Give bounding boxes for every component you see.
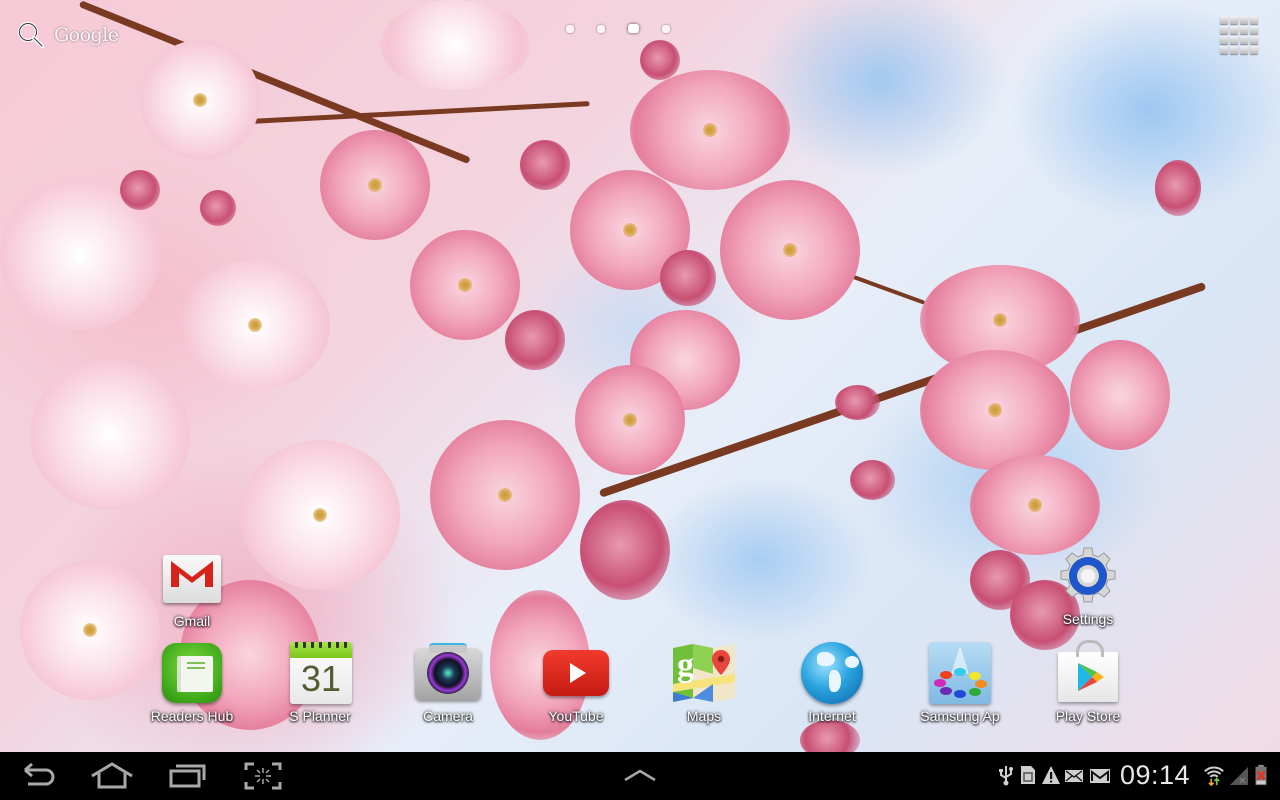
recent-apps-icon: [169, 764, 206, 788]
bud: [660, 250, 716, 306]
svg-text:g: g: [677, 647, 694, 684]
app-youtube[interactable]: YouTube: [521, 640, 631, 724]
signal-icon: [1230, 767, 1248, 785]
usb-icon: [999, 766, 1013, 786]
blossom: [410, 230, 520, 340]
bud: [505, 310, 565, 370]
search-icon: [16, 20, 46, 50]
blossom: [920, 350, 1070, 470]
app-maps[interactable]: g Maps: [649, 640, 759, 724]
battery-icon: [1255, 764, 1267, 786]
app-label: Settings: [1062, 611, 1114, 627]
back-button[interactable]: [14, 760, 64, 792]
app-label: Readers Hub: [150, 708, 234, 724]
branch: [229, 101, 590, 125]
youtube-icon: [543, 640, 609, 706]
back-icon: [24, 762, 55, 786]
page-dot[interactable]: [566, 24, 574, 33]
page-dot[interactable]: [597, 24, 605, 33]
maps-icon: g: [671, 640, 737, 706]
expand-button[interactable]: [615, 760, 665, 792]
home-icon: [91, 762, 133, 789]
screenshot-icon: [244, 762, 282, 790]
app-gmail[interactable]: Gmail: [137, 545, 247, 629]
app-readers-hub[interactable]: Readers Hub: [137, 640, 247, 724]
blossom: [430, 420, 580, 570]
app-play-store[interactable]: Play Store: [1033, 640, 1143, 724]
blossom: [575, 365, 685, 475]
calendar-icon: 31: [287, 640, 353, 706]
page-dot-active[interactable]: [628, 24, 639, 33]
app-label: Samsung Ap: [920, 708, 1000, 724]
bud: [580, 500, 670, 600]
home-button[interactable]: [88, 760, 138, 792]
app-camera[interactable]: Camera: [393, 640, 503, 724]
app-label: Play Store: [1055, 708, 1121, 724]
readers-hub-icon: [159, 640, 225, 706]
bud: [1155, 160, 1201, 216]
app-label: Camera: [423, 708, 473, 724]
wifi-icon: [1204, 766, 1224, 786]
page-indicator: [566, 24, 670, 33]
page-dot[interactable]: [662, 24, 670, 33]
recent-apps-button[interactable]: [164, 760, 214, 792]
app-label: YouTube: [548, 708, 604, 724]
chevron-up-icon: [624, 769, 656, 782]
settings-gear-icon: [1055, 543, 1121, 609]
gmail-icon: [159, 545, 225, 611]
blossom: [240, 440, 400, 590]
blossom: [380, 0, 530, 90]
camera-icon: [415, 640, 481, 706]
bud: [835, 385, 880, 420]
blossom: [1070, 340, 1170, 450]
screenshot-button[interactable]: [238, 760, 288, 792]
app-samsung-apps[interactable]: Samsung Ap: [905, 640, 1015, 724]
blossom: [140, 40, 260, 160]
warning-icon: [1042, 766, 1060, 784]
bud: [640, 40, 680, 80]
globe-icon: [799, 640, 865, 706]
gmail-notification-icon: [1090, 769, 1110, 783]
apps-grid-icon[interactable]: [1220, 16, 1260, 56]
blossom: [30, 360, 190, 510]
app-label: Internet: [808, 708, 856, 724]
bud: [520, 140, 570, 190]
app-label: S Planner: [289, 708, 351, 724]
app-label: Gmail: [173, 613, 211, 629]
app-internet[interactable]: Internet: [777, 640, 887, 724]
app-s-planner[interactable]: 31 S Planner: [265, 640, 375, 724]
sd-card-icon: [1021, 766, 1035, 784]
app-label: Maps: [686, 708, 722, 724]
bud: [200, 190, 236, 226]
calendar-day: 31: [300, 658, 342, 699]
blossom: [320, 130, 430, 240]
email-icon: [1065, 770, 1083, 782]
search-label: Google: [54, 24, 119, 46]
bud: [120, 170, 160, 210]
bud: [800, 720, 860, 752]
blossom: [970, 455, 1100, 555]
blossom: [720, 180, 860, 320]
blossom: [180, 260, 330, 390]
samsung-apps-icon: [927, 640, 993, 706]
app-settings[interactable]: Settings: [1033, 543, 1143, 627]
clock[interactable]: 09:14: [1120, 760, 1190, 791]
blossom: [630, 70, 790, 190]
google-search-bar[interactable]: Google: [16, 20, 119, 50]
play-store-icon: [1055, 640, 1121, 706]
bud: [850, 460, 895, 500]
